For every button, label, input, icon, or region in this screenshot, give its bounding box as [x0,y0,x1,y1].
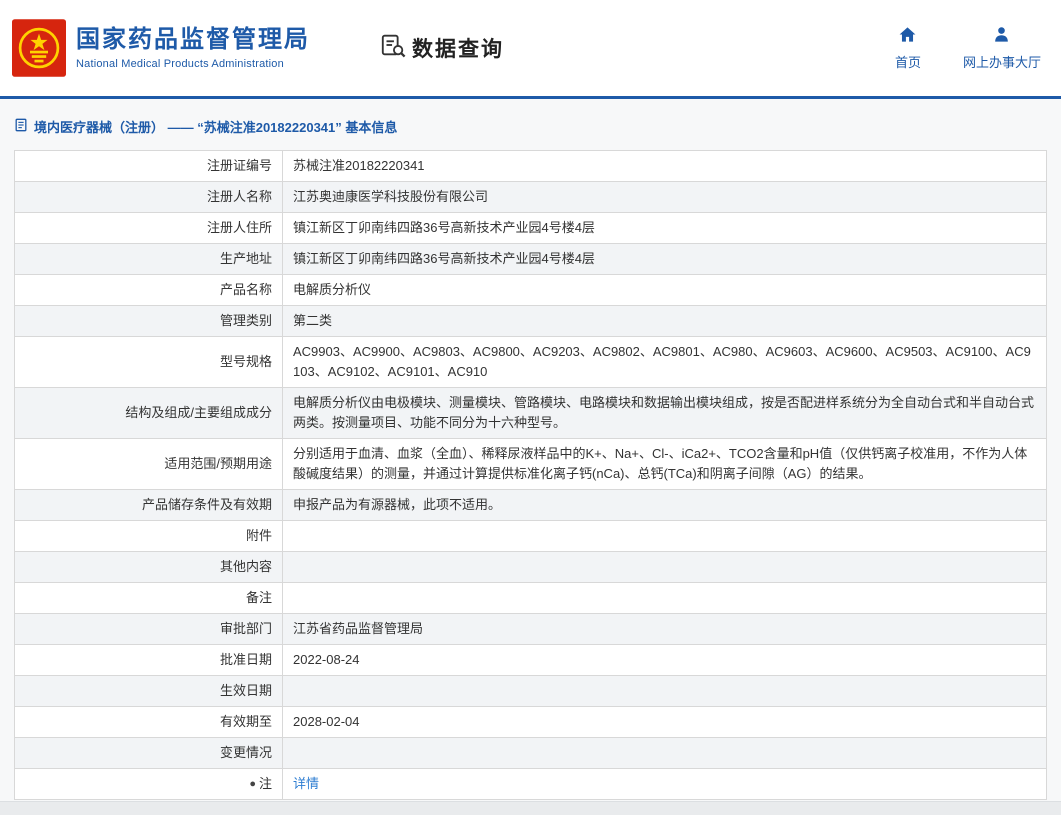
nmpa-emblem-icon [12,19,66,77]
field-label: 附件 [14,520,283,552]
field-value [282,675,1047,707]
agency-title: 国家药品监督管理局 [76,25,310,53]
field-label: 审批部门 [14,613,283,645]
table-row: 管理类别 第二类 [14,305,1047,337]
field-value: 2022-08-24 [282,644,1047,676]
field-label: 变更情况 [14,737,283,769]
table-row: 有效期至 2028-02-04 [14,706,1047,738]
field-label: 管理类别 [14,305,283,337]
field-label: 有效期至 [14,706,283,738]
field-value: 电解质分析仪由电极模块、测量模块、管路模块、电路模块和数据输出模块组成，按是否配… [282,387,1047,439]
data-query-title: 数据查询 [380,32,504,64]
nav-home-label: 首页 [894,55,921,70]
field-label: 批准日期 [14,644,283,676]
breadcrumb: 境内医疗器械（注册） —— “苏械注准20182220341” 基本信息 [0,99,1061,150]
field-value [282,737,1047,769]
footer-strip [0,801,1061,815]
field-label: 产品储存条件及有效期 [14,489,283,521]
home-icon [898,25,917,47]
field-value: 2028-02-04 [282,706,1047,738]
table-row: 型号规格 AC9903、AC9900、AC9803、AC9800、AC9203、… [14,336,1047,388]
breadcrumb-text: 境内医疗器械（注册） —— “苏械注准20182220341” 基本信息 [34,120,398,135]
field-label: 生效日期 [14,675,283,707]
note-label: 注 [258,776,272,791]
content-area: 境内医疗器械（注册） —— “苏械注准20182220341” 基本信息 注册证… [0,99,1061,801]
agency-subtitle: National Medical Products Administration [76,58,284,71]
field-value: 详情 [282,768,1047,800]
field-label: 适用范围/预期用途 [14,438,283,490]
nav-service-hall-label: 网上办事大厅 [962,55,1041,70]
table-row: 生产地址 镇江新区丁卯南纬四路36号高新技术产业园4号楼4层 [14,243,1047,275]
table-row: 产品储存条件及有效期 申报产品为有源器械，此项不适用。 [14,489,1047,521]
table-row: 注册人住所 镇江新区丁卯南纬四路36号高新技术产业园4号楼4层 [14,212,1047,244]
field-label: 注册人名称 [14,181,283,213]
table-row: 变更情况 [14,737,1047,769]
field-value: 江苏省药品监督管理局 [282,613,1047,645]
table-row: 适用范围/预期用途 分别适用于血清、血浆（全血）、稀释尿液样品中的K+、Na+、… [14,438,1047,490]
field-value: 申报产品为有源器械，此项不适用。 [282,489,1047,521]
field-label: 产品名称 [14,274,283,306]
field-label: 其他内容 [14,551,283,583]
table-row: 批准日期 2022-08-24 [14,644,1047,676]
field-value: 电解质分析仪 [282,274,1047,306]
table-row: 生效日期 [14,675,1047,707]
table-row: 注册人名称 江苏奥迪康医学科技股份有限公司 [14,181,1047,213]
document-icon [14,118,28,135]
table-row: 备注 [14,582,1047,614]
page: 国家药品监督管理局 National Medical Products Admi… [0,0,1061,815]
field-label: 备注 [14,582,283,614]
field-label: 注册人住所 [14,212,283,244]
field-value: 镇江新区丁卯南纬四路36号高新技术产业园4号楼4层 [282,212,1047,244]
header: 国家药品监督管理局 National Medical Products Admi… [0,0,1061,96]
table-row: 结构及组成/主要组成成分 电解质分析仪由电极模块、测量模块、管路模块、电路模块和… [14,387,1047,439]
data-query-label: 数据查询 [412,38,504,61]
field-value: 苏械注准20182220341 [282,150,1047,182]
field-value: 镇江新区丁卯南纬四路36号高新技术产业园4号楼4层 [282,243,1047,275]
detail-table: 注册证编号 苏械注准20182220341 注册人名称 江苏奥迪康医学科技股份有… [14,150,1047,800]
table-row: 注册证编号 苏械注准20182220341 [14,150,1047,182]
field-value [282,520,1047,552]
field-label: 结构及组成/主要组成成分 [14,387,283,439]
table-row: 产品名称 电解质分析仪 [14,274,1047,306]
field-value: 江苏奥迪康医学科技股份有限公司 [282,181,1047,213]
field-value: AC9903、AC9900、AC9803、AC9800、AC9203、AC980… [282,336,1047,388]
field-value [282,582,1047,614]
note-icon: ● [249,778,256,790]
field-value [282,551,1047,583]
table-row: 其他内容 [14,551,1047,583]
field-value: 分别适用于血清、血浆（全血）、稀释尿液样品中的K+、Na+、Cl-、iCa2+、… [282,438,1047,490]
person-icon [992,25,1011,47]
table-row: 附件 [14,520,1047,552]
table-row: 审批部门 江苏省药品监督管理局 [14,613,1047,645]
field-label: ● 注 [14,768,283,800]
table-row: ● 注 详情 [14,768,1047,800]
field-label: 注册证编号 [14,150,283,182]
nav-service-hall[interactable]: 网上办事大厅 [963,25,1041,71]
field-label: 生产地址 [14,243,283,275]
data-query-icon [380,32,406,64]
agency-title-block: 国家药品监督管理局 National Medical Products Admi… [76,26,310,71]
header-nav: 首页 网上办事大厅 [895,25,1041,71]
nav-home[interactable]: 首页 [895,25,921,71]
field-label: 型号规格 [14,336,283,388]
detail-link[interactable]: 详情 [293,776,319,791]
field-value: 第二类 [282,305,1047,337]
